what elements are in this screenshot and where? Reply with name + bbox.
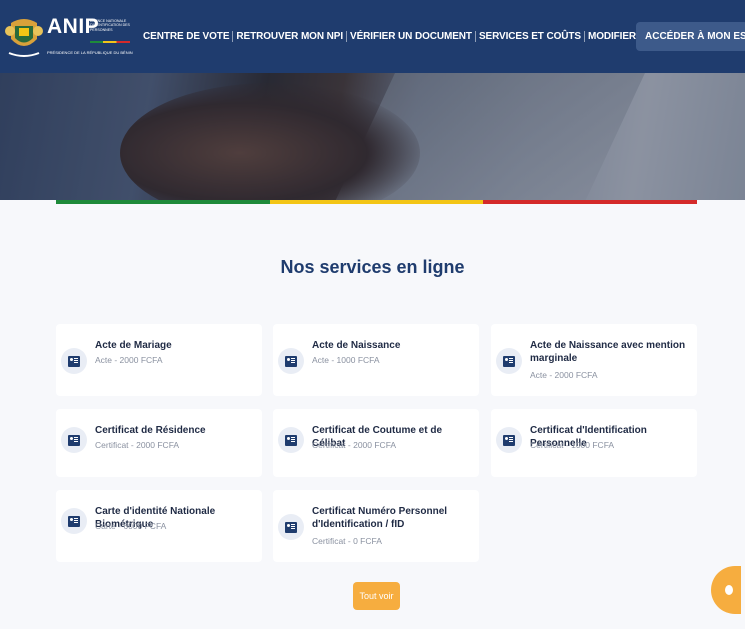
service-title: Certificat Numéro Personnel d'Identifica…	[312, 506, 448, 530]
service-title: Acte de Naissance avec mention marginale	[530, 340, 686, 364]
id-card-icon	[61, 508, 87, 534]
nav-services-couts[interactable]: SERVICES ET COÛTS	[474, 31, 584, 42]
service-card[interactable]: Certificat de Coutume et de Célibat Cert…	[273, 409, 479, 477]
id-card-icon	[496, 348, 522, 374]
service-price: Acte - 2000 FCFA	[530, 370, 598, 380]
service-price: Certificat - 1000 FCFA	[530, 440, 615, 450]
id-card-icon	[61, 348, 87, 374]
top-header: ANIP Agence Nationale d'Identification d…	[0, 0, 745, 73]
hero-banner-image	[0, 73, 745, 200]
benin-coat-of-arms-icon	[5, 13, 43, 59]
service-title: Certificat de Résidence	[95, 425, 206, 436]
id-card-icon	[61, 427, 87, 453]
service-price: Certificat - 2000 FCFA	[312, 440, 397, 450]
brand-subtitle: Agence Nationale d'Identification des Pe…	[90, 19, 130, 32]
service-card[interactable]: Acte de Naissance avec mention marginale…	[491, 324, 697, 396]
flag-stripe-yellow	[270, 200, 483, 204]
id-card-icon	[496, 427, 522, 453]
id-card-icon	[278, 514, 304, 540]
service-card[interactable]: Acte de Mariage Acte - 2000 FCFA	[56, 324, 262, 396]
service-card[interactable]: Certificat de Résidence Certificat - 200…	[56, 409, 262, 477]
chat-widget-button[interactable]	[711, 566, 741, 614]
nav-retrouver-npi[interactable]: RETROUVER MON NPI	[232, 31, 346, 42]
service-card[interactable]: Carte d'identité Nationale Biométrique C…	[56, 490, 262, 562]
service-card[interactable]: Certificat Numéro Personnel d'Identifica…	[273, 490, 479, 562]
service-price: Carte - 6000 FCFA	[95, 521, 167, 531]
service-card[interactable]: Acte de Naissance Acte - 1000 FCFA	[273, 324, 479, 396]
chat-icon	[725, 585, 733, 595]
service-price: Certificat - 2000 FCFA	[95, 440, 180, 450]
id-card-icon	[278, 427, 304, 453]
hero-overlay	[0, 73, 745, 200]
access-space-button[interactable]: ACCÉDER À MON ESPACE	[636, 22, 745, 51]
service-title: Acte de Mariage	[95, 340, 172, 351]
brand-presidency: Présidence de la République du Bénin	[47, 50, 133, 55]
service-price: Acte - 2000 FCFA	[95, 355, 163, 365]
see-all-button[interactable]: Tout voir	[353, 582, 400, 610]
main-nav: CENTRE DE VOTE RETROUVER MON NPI VÉRIFIE…	[140, 31, 711, 42]
service-title: Acte de Naissance	[312, 340, 401, 351]
anip-logo[interactable]: ANIP Agence Nationale d'Identification d…	[5, 13, 137, 59]
service-card[interactable]: Certificat d'Identification Personnelle …	[491, 409, 697, 477]
nav-verifier-document[interactable]: VÉRIFIER UN DOCUMENT	[346, 31, 475, 42]
id-card-icon	[278, 348, 304, 374]
section-title: Nos services en ligne	[280, 257, 465, 277]
brand-flag-line	[90, 41, 130, 43]
flag-stripe-red	[483, 200, 697, 204]
service-price: Acte - 1000 FCFA	[312, 355, 380, 365]
nav-centre-de-vote[interactable]: CENTRE DE VOTE	[140, 31, 232, 42]
flag-stripe-green	[56, 200, 270, 204]
service-price: Certificat - 0 FCFA	[312, 536, 382, 546]
